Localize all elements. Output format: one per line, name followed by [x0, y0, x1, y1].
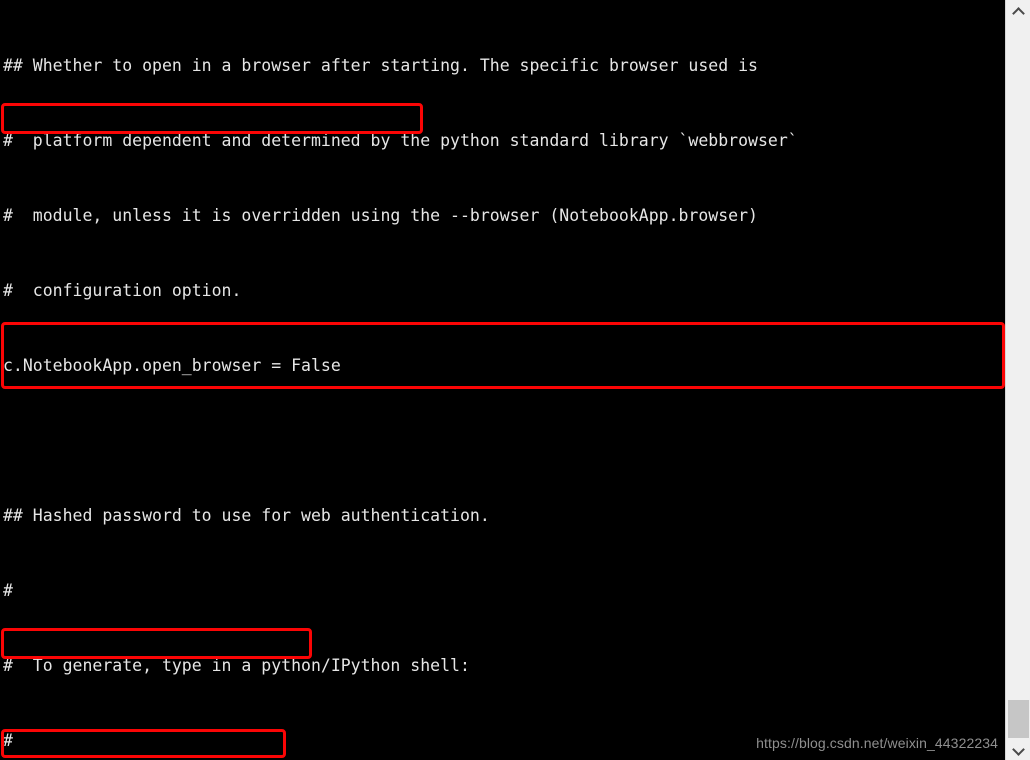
scrollbar-thumb[interactable] — [1008, 700, 1029, 738]
scroll-up-button[interactable] — [1006, 0, 1030, 22]
vertical-scrollbar[interactable] — [1005, 0, 1030, 760]
terminal-line: ## Whether to open in a browser after st… — [3, 56, 758, 75]
terminal-line: # platform dependent and determined by t… — [3, 131, 798, 150]
scroll-down-button[interactable] — [1006, 738, 1030, 760]
scrollbar-track[interactable] — [1006, 22, 1030, 738]
terminal-line-open-browser: c.NotebookApp.open_browser = False — [3, 356, 341, 375]
terminal-window: ## Whether to open in a browser after st… — [0, 0, 1030, 760]
watermark-url: https://blog.csdn.net/weixin_44322234 — [756, 735, 998, 751]
terminal-line: # — [3, 581, 13, 600]
terminal-line: ## Hashed password to use for web authen… — [3, 506, 490, 525]
terminal-line: # module, unless it is overridden using … — [3, 206, 758, 225]
terminal-line: # To generate, type in a python/IPython … — [3, 656, 470, 675]
terminal-line: # configuration option. — [3, 281, 242, 300]
terminal-text-area[interactable]: ## Whether to open in a browser after st… — [0, 0, 1005, 760]
chevron-down-icon — [1013, 746, 1024, 753]
chevron-up-icon — [1013, 8, 1024, 15]
